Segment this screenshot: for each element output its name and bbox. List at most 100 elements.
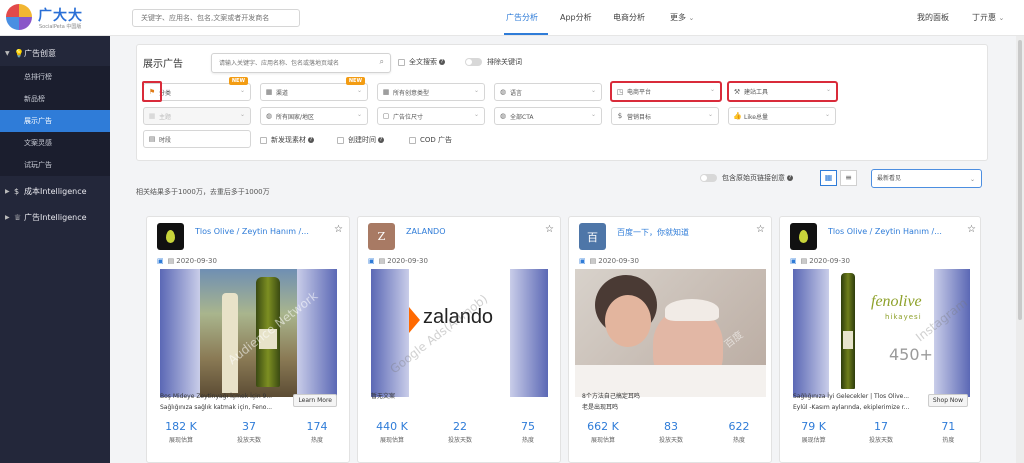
nav-ad-analysis[interactable]: 广告分析 [506, 12, 538, 23]
advertiser-name[interactable]: ZALANDO [406, 227, 532, 236]
help-icon[interactable]: ? [439, 59, 445, 65]
list-view-button[interactable]: ≡ [840, 170, 857, 186]
grid-view-button[interactable]: ▦ [820, 170, 837, 186]
star-icon[interactable]: ☆ [545, 224, 554, 235]
frame-icon: ▢ [382, 112, 390, 120]
checkbox-box[interactable] [409, 136, 416, 144]
creative-type-select[interactable]: ▦ 所有创意类型 ⌄ [377, 83, 485, 101]
created-time-label: 创建时间 [348, 136, 376, 144]
ad-creative-image[interactable]: zalando Google Ads(Admob) [371, 269, 548, 397]
period-picker[interactable]: ▤ 时段 [143, 130, 251, 148]
region-select[interactable]: ◍ 所有国家/地区 ⌄ [260, 107, 368, 125]
card-stats: 440 K 展现估算 22 投放天数 75 热度 [358, 420, 560, 444]
site-tool-select[interactable]: ⚒ 建站工具 ⌄ [727, 81, 838, 102]
sidebar-item-copy-inspiration[interactable]: 文案灵感 [0, 132, 110, 154]
ad-card[interactable]: Z ZALANDO ☆ ▣ ▤ 2020-09-30 zalando Googl… [357, 216, 561, 463]
advertiser-name[interactable]: Tlos Olive / Zeytin Hanım /... [195, 227, 321, 236]
marketing-goal-select[interactable]: $ 营销目标 ⌄ [611, 107, 719, 125]
nav-ecom-analysis[interactable]: 电商分析 [613, 12, 645, 23]
ad-creative-image[interactable]: 百度 [575, 269, 766, 397]
chevron-down-icon: ⌄ [824, 111, 830, 118]
star-icon[interactable]: ☆ [756, 224, 765, 235]
sidebar-item-playable-ads[interactable]: 试玩广告 [0, 154, 110, 176]
nav-app-analysis[interactable]: App分析 [560, 12, 592, 23]
help-icon[interactable]: ? [308, 137, 314, 143]
brand-logo[interactable]: 广大大 SocialPeta 中国版 [6, 4, 106, 32]
ad-card[interactable]: 百 百度一下，你就知道 ☆ ▣ ▤ 2020-09-30 百度 8个方法自己搞定… [568, 216, 772, 463]
nav-more[interactable]: 更多 ⌄ [670, 12, 694, 23]
ad-card[interactable]: Tlos Olive / Zeytin Hanım /... ☆ ▣ ▤ 202… [146, 216, 350, 463]
topic-select[interactable]: ▦ 主题 ⌄ [143, 107, 251, 125]
advertiser-name[interactable]: 百度一下，你就知道 [617, 227, 743, 238]
heat-label: 热度 [732, 437, 745, 444]
fulltext-search-checkbox[interactable]: 全文搜索 ? [398, 57, 445, 67]
cta-button[interactable]: Learn More [293, 394, 337, 407]
cta-select[interactable]: ◍ 全部CTA ⌄ [494, 107, 602, 125]
price-badge: 450+ [889, 345, 933, 364]
impressions-value: 440 K [376, 420, 408, 433]
ad-copy-line2: Eylül -Kasım aylarında, ekiplerimize r..… [793, 404, 910, 411]
ad-search-field[interactable]: ⌕ [211, 53, 391, 73]
card-date: ▣ ▤ 2020-09-30 [368, 257, 428, 265]
advertiser-avatar[interactable] [790, 223, 817, 250]
ad-creative-image[interactable]: fenolive hikayesi 450+ Instagram [793, 269, 970, 397]
page-scrollbar-thumb[interactable] [1018, 40, 1022, 320]
global-search-input[interactable] [133, 10, 299, 26]
ad-search-input[interactable] [212, 54, 362, 72]
sidebar-item-overall-rank[interactable]: 总排行榜 [0, 66, 110, 88]
thumbs-up-icon: 👍 [733, 112, 742, 120]
channel-select[interactable]: ▦ 渠道 ⌄ NEW [260, 77, 368, 101]
toggle-switch[interactable] [700, 174, 717, 182]
shopping-bag-icon: ◳ [616, 87, 624, 96]
likes-select[interactable]: 👍 Like总量 ⌄ [728, 107, 836, 125]
sidebar-group-ad-creative[interactable]: ▼ 💡 广告创意 [0, 40, 110, 66]
stat-days: 17 投放天数 [847, 420, 914, 444]
star-icon[interactable]: ☆ [334, 224, 343, 235]
list-icon: ≡ [845, 173, 852, 182]
checkbox-box[interactable] [337, 136, 344, 144]
image-icon: ▣ [579, 257, 586, 265]
sidebar-item-new-rank[interactable]: 新品榜 [0, 88, 110, 110]
sidebar-item-display-ads[interactable]: 展示广告 [0, 110, 110, 132]
advertiser-avatar[interactable] [157, 223, 184, 250]
calendar-icon: ▤ [589, 257, 597, 265]
sidebar-group-label: 成本Intelligence [24, 186, 87, 196]
result-summary: 相关结果多于1000万，去重后多于1000万 [136, 188, 270, 196]
cta-button[interactable]: Shop Now [927, 394, 968, 407]
advertiser-name[interactable]: Tlos Olive / Zeytin Hanım /... [828, 227, 954, 236]
user-name: 丁亓惠 [972, 13, 996, 22]
include-original-toggle[interactable]: 包含原始页链接创意 ? [700, 173, 793, 183]
cod-ad-checkbox[interactable]: COD 广告 [409, 135, 452, 145]
help-icon[interactable]: ? [378, 137, 384, 143]
globe-icon: ◍ [499, 88, 507, 96]
checkbox-box[interactable] [398, 58, 405, 66]
ecom-platform-select[interactable]: ◳ 电商平台 ⌄ [610, 81, 722, 102]
date-text: 2020-09-30 [809, 257, 850, 265]
checkbox-box[interactable] [260, 136, 267, 144]
ad-card[interactable]: Tlos Olive / Zeytin Hanım /... ☆ ▣ ▤ 202… [779, 216, 981, 463]
sort-select[interactable]: 最新看见 ⌄ [871, 169, 982, 188]
exclude-keyword-toggle[interactable] [465, 58, 482, 66]
help-icon[interactable]: ? [787, 175, 793, 181]
global-search-field[interactable] [132, 9, 300, 27]
ad-size-select[interactable]: ▢ 广告位尺寸 ⌄ [377, 107, 485, 125]
days-label: 投放天数 [447, 437, 472, 444]
days-value: 17 [873, 420, 888, 433]
card-stats: 79 K 展现估算 17 投放天数 71 热度 [780, 420, 980, 444]
created-time-checkbox[interactable]: 创建时间 ? [337, 135, 384, 145]
marketing-goal-label: 营销目标 [627, 113, 652, 121]
sidebar-group-ad-intelligence[interactable]: ▶ ♕ 广告Intelligence [0, 204, 110, 230]
user-menu[interactable]: 丁亓惠 ⌄ [972, 12, 1004, 23]
fenolive-wordmark: fenolive [871, 293, 922, 310]
star-icon[interactable]: ☆ [967, 224, 976, 235]
search-icon[interactable]: ⌕ [380, 57, 384, 67]
new-material-checkbox[interactable]: 新发现素材 ? [260, 135, 314, 145]
my-dashboard-link[interactable]: 我的面板 [917, 12, 949, 23]
sidebar-group-cost-intelligence[interactable]: ▶ $ 成本Intelligence [0, 178, 110, 204]
sidebar-group-label: 广告创意 [24, 48, 56, 58]
advertiser-avatar[interactable]: Z [368, 223, 395, 250]
ad-creative-image[interactable]: Audience Network [160, 269, 337, 397]
advertiser-avatar[interactable]: 百 [579, 223, 606, 250]
grid-icon: ▦ [382, 88, 390, 96]
language-select[interactable]: ◍ 语言 ⌄ [494, 83, 602, 101]
